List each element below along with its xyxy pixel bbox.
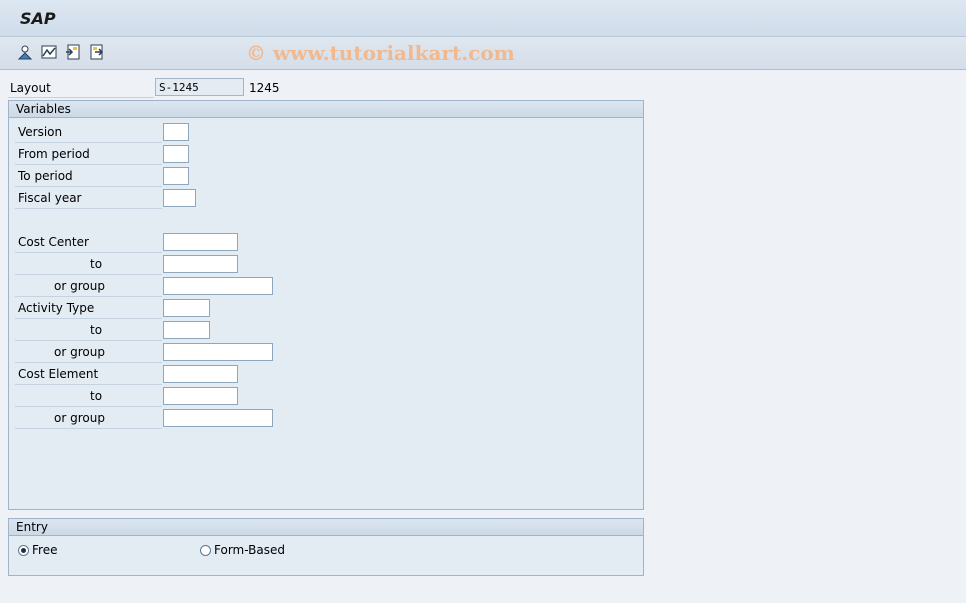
form-based-label[interactable]: Form-Based xyxy=(214,543,285,557)
cost-element-label: Cost Element xyxy=(18,367,99,381)
entry-header: Entry xyxy=(9,519,643,536)
cost-center-to-input[interactable] xyxy=(163,255,238,273)
version-label: Version xyxy=(18,125,63,139)
row-divider xyxy=(15,296,162,297)
row-divider xyxy=(15,186,162,187)
cost-center-to-label: to xyxy=(90,257,103,271)
activity-type-from-input[interactable] xyxy=(163,299,210,317)
form-based-radio[interactable] xyxy=(200,545,211,556)
cost-element-from-input[interactable] xyxy=(163,365,238,383)
row-divider xyxy=(15,384,162,385)
cost-element-group-input[interactable] xyxy=(163,409,273,427)
from-period-label: From period xyxy=(18,147,90,161)
to-period-label: To period xyxy=(18,169,73,183)
fiscal-year-input[interactable] xyxy=(163,189,196,207)
app-title: SAP xyxy=(20,9,56,28)
row-divider xyxy=(15,428,162,429)
cost-element-to-input[interactable] xyxy=(163,387,238,405)
activity-type-to-input[interactable] xyxy=(163,321,210,339)
row-divider xyxy=(15,274,162,275)
activity-type-label: Activity Type xyxy=(18,301,95,315)
row-divider xyxy=(15,252,162,253)
cost-center-group-label: or group xyxy=(54,279,105,293)
row-divider xyxy=(15,208,162,209)
entry-group: Entry Free Form-Based xyxy=(8,518,644,576)
fiscal-year-label: Fiscal year xyxy=(18,191,82,205)
activity-type-group-label: or group xyxy=(54,345,105,359)
save-variant-icon[interactable] xyxy=(88,43,106,61)
activity-type-group-input[interactable] xyxy=(163,343,273,361)
cost-element-to-label: to xyxy=(90,389,103,403)
person-icon[interactable] xyxy=(16,43,34,61)
variables-header: Variables xyxy=(9,101,643,118)
cost-element-group-label: or group xyxy=(54,411,105,425)
cost-center-group-input[interactable] xyxy=(163,277,273,295)
main-content: Layout S-1245 1245 Variables Version Fro… xyxy=(0,70,966,603)
row-divider xyxy=(15,142,162,143)
cost-center-label: Cost Center xyxy=(18,235,89,249)
version-input[interactable] xyxy=(163,123,189,141)
watermark: © www.tutorialkart.com xyxy=(246,41,515,65)
free-label[interactable]: Free xyxy=(32,543,57,557)
cost-center-from-input[interactable] xyxy=(163,233,238,251)
title-bar: SAP xyxy=(0,0,966,37)
chart-icon[interactable] xyxy=(40,43,58,61)
application-toolbar: © www.tutorialkart.com xyxy=(0,37,966,70)
layout-underline xyxy=(8,97,154,98)
row-divider xyxy=(15,406,162,407)
get-variant-icon[interactable] xyxy=(64,43,82,61)
free-radio[interactable] xyxy=(18,545,29,556)
layout-label: Layout xyxy=(10,81,51,95)
variables-group: Variables Version From period To period … xyxy=(8,100,644,510)
row-divider xyxy=(15,318,162,319)
to-period-input[interactable] xyxy=(163,167,189,185)
row-divider xyxy=(15,340,162,341)
layout-description: 1245 xyxy=(249,81,280,95)
row-divider xyxy=(15,164,162,165)
from-period-input[interactable] xyxy=(163,145,189,163)
activity-type-to-label: to xyxy=(90,323,103,337)
row-divider xyxy=(15,362,162,363)
layout-field: S-1245 xyxy=(155,78,244,96)
